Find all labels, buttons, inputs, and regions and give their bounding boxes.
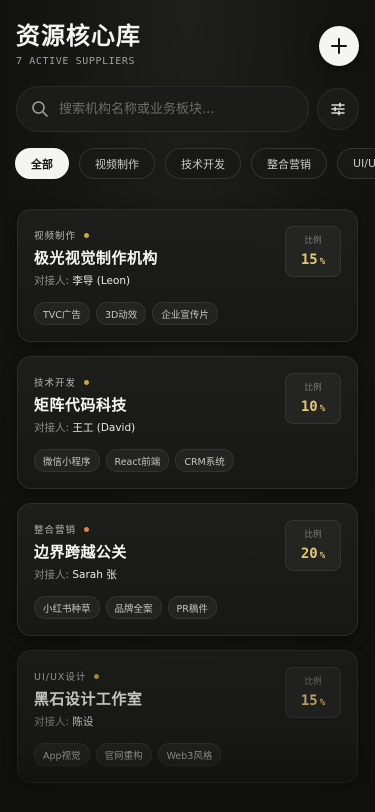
ratio-number: 15 xyxy=(300,252,318,268)
contact-person: 陈设 xyxy=(72,716,94,728)
status-dot xyxy=(84,232,90,238)
supplier-contact: 对接人: 王工 (David) xyxy=(34,420,135,435)
service-tag: 品牌全案 xyxy=(105,596,162,619)
contact-label: 对接人: xyxy=(34,716,70,728)
supplier-name: 极光视觉制作机构 xyxy=(34,249,159,267)
filter-chip-all[interactable]: 全部 xyxy=(15,148,69,179)
ratio-box: 比例 15% xyxy=(285,226,341,277)
ratio-label: 比例 xyxy=(304,530,322,540)
supplier-name: 矩阵代码科技 xyxy=(34,396,128,414)
search-row xyxy=(16,86,359,132)
page-title: 资源核心库 xyxy=(16,22,141,50)
supplier-category: UI/UX设计 xyxy=(34,672,87,683)
ratio-unit: % xyxy=(319,257,326,267)
status-dot xyxy=(94,673,100,679)
service-tag: React前端 xyxy=(105,449,170,472)
ratio-label: 比例 xyxy=(304,677,322,687)
ratio-unit: % xyxy=(319,404,326,414)
ratio-number: 10 xyxy=(300,399,318,415)
service-tag: Web3风格 xyxy=(157,743,222,766)
service-tag: 3D动效 xyxy=(95,302,147,325)
filter-chip-marketing[interactable]: 整合营销 xyxy=(251,148,327,179)
status-dot xyxy=(84,526,90,532)
category-filter-bar: 全部 视频制作 技术开发 整合营销 UI/UX xyxy=(15,148,375,180)
service-tag: 小红书种草 xyxy=(34,596,100,619)
status-dot xyxy=(84,379,90,385)
contact-person: Sarah 张 xyxy=(72,569,117,581)
filter-chip-uiux[interactable]: UI/UX xyxy=(337,148,375,179)
tag-list: App视觉 官网重构 Web3风格 xyxy=(34,743,222,766)
filter-button[interactable] xyxy=(317,88,359,130)
supplier-name: 边界跨越公关 xyxy=(34,543,128,561)
ratio-box: 比例 20% xyxy=(285,520,341,571)
supplier-contact: 对接人: 陈设 xyxy=(34,714,93,729)
ratio-unit: % xyxy=(319,698,326,708)
contact-person: 李导 (Leon) xyxy=(72,275,131,287)
supplier-card[interactable]: UI/UX设计 黑石设计工作室 对接人: 陈设 比例 15% App视觉 官网重… xyxy=(17,650,358,783)
tag-list: 小红书种草 品牌全案 PR稿件 xyxy=(34,596,217,619)
ratio-number: 20 xyxy=(300,546,318,562)
search-input[interactable] xyxy=(59,101,308,117)
supplier-category: 视频制作 xyxy=(34,231,77,242)
category-row: 视频制作 xyxy=(34,228,90,242)
ratio-number: 15 xyxy=(300,693,318,709)
search-box[interactable] xyxy=(16,86,309,132)
supplier-contact: 对接人: 李导 (Leon) xyxy=(34,273,130,288)
ratio-value: 15% xyxy=(286,693,340,709)
tag-list: TVC广告 3D动效 企业宣传片 xyxy=(34,302,218,325)
ratio-value: 10% xyxy=(286,399,340,415)
plus-icon xyxy=(331,38,347,54)
ratio-box: 比例 15% xyxy=(285,667,341,718)
contact-person: 王工 (David) xyxy=(72,422,136,434)
service-tag: 企业宣传片 xyxy=(152,302,218,325)
sliders-icon xyxy=(331,102,345,116)
supplier-card[interactable]: 整合营销 边界跨越公关 对接人: Sarah 张 比例 20% 小红书种草 品牌… xyxy=(17,503,358,636)
contact-label: 对接人: xyxy=(34,422,70,434)
add-supplier-button[interactable] xyxy=(319,26,359,66)
service-tag: CRM系统 xyxy=(175,449,234,472)
supplier-card[interactable]: 视频制作 极光视觉制作机构 对接人: 李导 (Leon) 比例 15% TVC广… xyxy=(17,209,358,342)
category-row: UI/UX设计 xyxy=(34,669,100,683)
service-tag: PR稿件 xyxy=(167,596,217,619)
search-icon xyxy=(32,101,48,117)
contact-label: 对接人: xyxy=(34,569,70,581)
category-row: 技术开发 xyxy=(34,375,90,389)
supplier-contact: 对接人: Sarah 张 xyxy=(34,567,117,582)
ratio-label: 比例 xyxy=(304,236,322,246)
ratio-unit: % xyxy=(319,551,326,561)
ratio-value: 15% xyxy=(286,252,340,268)
ratio-value: 20% xyxy=(286,546,340,562)
filter-chip-tech[interactable]: 技术开发 xyxy=(165,148,241,179)
ratio-label: 比例 xyxy=(304,383,322,393)
supplier-category: 技术开发 xyxy=(34,378,77,389)
header: 资源核心库 7 ACTIVE SUPPLIERS xyxy=(16,20,359,80)
supplier-card[interactable]: 技术开发 矩阵代码科技 对接人: 王工 (David) 比例 10% 微信小程序… xyxy=(17,356,358,489)
contact-label: 对接人: xyxy=(34,275,70,287)
service-tag: 微信小程序 xyxy=(34,449,100,472)
service-tag: 官网重构 xyxy=(95,743,152,766)
supplier-name: 黑石设计工作室 xyxy=(34,690,143,708)
ratio-box: 比例 10% xyxy=(285,373,341,424)
category-row: 整合营销 xyxy=(34,522,90,536)
service-tag: TVC广告 xyxy=(34,302,90,325)
filter-chip-video[interactable]: 视频制作 xyxy=(79,148,155,179)
supplier-category: 整合营销 xyxy=(34,525,77,536)
service-tag: App视觉 xyxy=(34,743,90,766)
supplier-count: 7 ACTIVE SUPPLIERS xyxy=(16,56,136,67)
tag-list: 微信小程序 React前端 CRM系统 xyxy=(34,449,234,472)
